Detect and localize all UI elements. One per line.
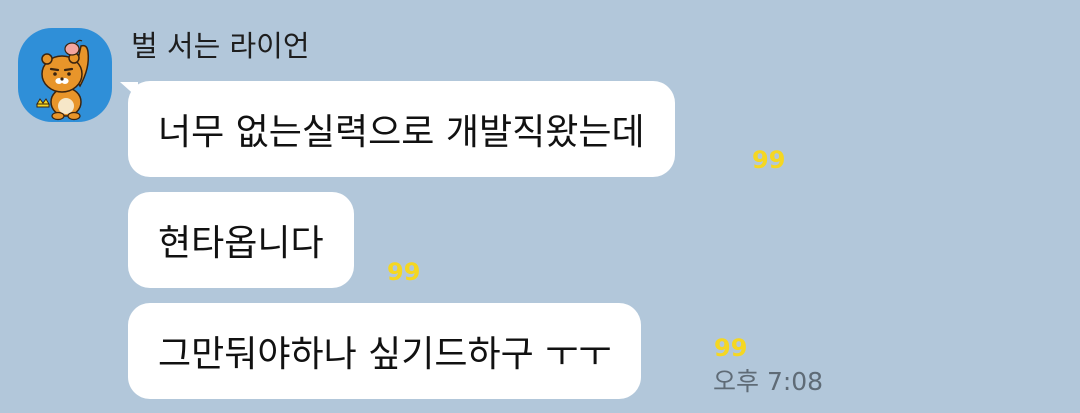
message-timestamp: 오후 7:08 xyxy=(713,367,824,396)
unread-count-3: 99 xyxy=(714,334,748,362)
message-text-1: 너무 없는실력으로 개발직왔는데 xyxy=(158,112,645,153)
sender-avatar[interactable] xyxy=(18,28,112,122)
message-bubble-2[interactable]: 현타옵니다 xyxy=(128,192,354,288)
message-bubble-3[interactable]: 그만둬야하나 싶기드하구 ㅜㅜ xyxy=(128,303,642,399)
message-bubble-1[interactable]: 너무 없는실력으로 개발직왔는데 xyxy=(128,81,675,177)
message-text-2: 현타옵니다 xyxy=(158,223,324,264)
ryan-lion-character-icon xyxy=(36,39,90,121)
message-text-3: 그만둬야하나 싶기드하구 ㅜㅜ xyxy=(158,334,612,375)
unread-count-2: 99 xyxy=(387,258,421,286)
sender-name: 벌 서는 라이언 xyxy=(131,29,310,63)
unread-count-1: 99 xyxy=(752,146,786,174)
